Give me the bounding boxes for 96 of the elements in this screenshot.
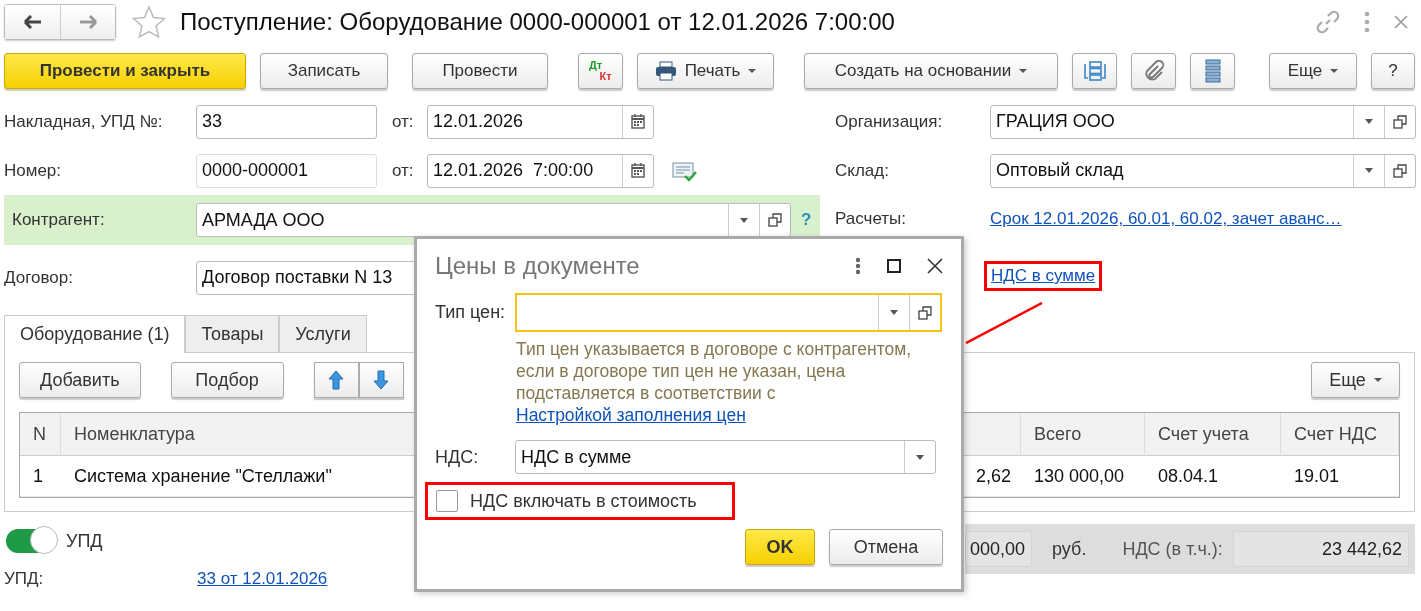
hint-text: Тип цен указывается в договоре с контрагентом, если в договоре тип цен не указан, цена подставляется в соответствии с <box>516 338 913 404</box>
maximize-icon[interactable] <box>887 259 901 273</box>
list-button[interactable] <box>1190 53 1235 89</box>
column-header[interactable]: Счет учета <box>1145 413 1281 456</box>
move-down-button[interactable] <box>358 362 404 398</box>
paperclip-icon <box>1142 60 1165 82</box>
calendar-icon[interactable] <box>631 163 645 178</box>
star-icon[interactable] <box>132 5 166 39</box>
post-and-close-button[interactable]: Провести и закрыть <box>4 53 246 89</box>
field-label: НДС: <box>435 446 480 468</box>
field-label: Контрагент: <box>11 210 106 230</box>
move-up-button[interactable] <box>313 362 359 398</box>
table-cell: 08.04.1 <box>1158 465 1219 487</box>
date-field[interactable]: 12.01.2026 <box>427 104 654 139</box>
column-header[interactable]: Всего <box>1021 413 1145 456</box>
vat-field[interactable]: НДС в сумме <box>515 440 936 474</box>
table-cell: 2,62 <box>975 465 1011 487</box>
price-type-field[interactable] <box>515 293 942 332</box>
dialog-title: Цены в документе <box>435 252 641 280</box>
calendar-icon[interactable] <box>631 114 645 129</box>
attach-button[interactable] <box>1131 53 1176 89</box>
dropdown-icon[interactable] <box>916 454 924 460</box>
toggle-label: УПД <box>66 530 103 552</box>
field-label: Накладная, УПД №: <box>3 111 164 132</box>
table-cell: 1 <box>33 465 43 487</box>
checkbox[interactable] <box>436 490 458 512</box>
caret-icon <box>1019 69 1028 73</box>
open-icon[interactable] <box>918 305 932 320</box>
menu-button[interactable]: Создать на основании <box>804 53 1058 89</box>
toolbar-button[interactable]: Провести <box>412 53 548 89</box>
date-field[interactable]: 12.01.2026 7:00:00 <box>427 153 654 188</box>
add-button[interactable]: Добавить <box>19 362 141 398</box>
more-button[interactable]: Еще <box>1311 362 1400 398</box>
settlements-link[interactable]: Срок 12.01.2026, 60.01, 60.02, зачет аванс… <box>990 209 1342 229</box>
table-cell: 19.01 <box>1294 465 1340 487</box>
toolbar-button[interactable]: Записать <box>260 53 388 89</box>
currency-label: руб. <box>1052 538 1087 560</box>
field-label: УПД: <box>3 569 45 589</box>
printer-icon <box>654 61 677 81</box>
tab[interactable]: Услуги <box>279 315 367 352</box>
dropdown-icon[interactable] <box>890 310 898 315</box>
close-icon[interactable] <box>927 258 943 274</box>
structure-button[interactable] <box>1072 53 1117 89</box>
warehouse-field[interactable]: Оптовый склад <box>990 153 1416 188</box>
print-button[interactable]: Печать <box>637 53 774 89</box>
dropdown-icon[interactable] <box>1365 168 1373 173</box>
vat-total-label: НДС (в т.ч.): <box>1122 538 1223 560</box>
toolbar-button[interactable]: ? <box>1371 53 1415 89</box>
invoice-number-field[interactable]: 33 <box>196 104 377 139</box>
document-check-icon[interactable] <box>672 159 698 182</box>
field-label: Склад: <box>835 160 890 181</box>
pick-button[interactable]: Подбор <box>170 362 284 398</box>
ok-button[interactable]: OK <box>745 529 815 565</box>
table-cell: Система хранение "Стеллажи" <box>74 465 332 487</box>
price-settings-link[interactable]: Настройкой заполнения цен <box>516 404 943 426</box>
field-label: от: <box>392 160 415 181</box>
tab[interactable]: Товары <box>185 315 280 352</box>
open-icon[interactable] <box>1393 163 1407 178</box>
counterparty-field[interactable]: АРМАДА ООО <box>196 203 791 237</box>
menu-button[interactable]: Еще <box>1269 53 1357 89</box>
field-label: от: <box>392 111 415 132</box>
vat-link[interactable]: НДС в сумме <box>991 266 1096 286</box>
forward-arrow-icon <box>79 15 97 29</box>
organization-field[interactable]: ГРАЦИЯ ООО <box>990 104 1416 139</box>
caret-icon <box>1330 69 1339 73</box>
window-title: Поступление: Оборудование 0000-000001 от 12.01.2026 7:00:00 <box>180 8 896 36</box>
more-icon[interactable] <box>855 257 861 275</box>
total-amount: 000,00 <box>965 531 1033 567</box>
open-icon[interactable] <box>768 213 782 227</box>
checkbox-label: НДС включать в стоимость <box>470 490 697 512</box>
back-arrow-icon <box>23 15 42 29</box>
field-label: Договор: <box>3 267 74 288</box>
structure-icon <box>1082 60 1107 82</box>
dropdown-icon[interactable] <box>740 217 748 223</box>
number-field[interactable]: 0000-000001 <box>196 153 377 188</box>
back-button[interactable] <box>5 5 60 39</box>
upd-link[interactable]: 33 от 12.01.2026 <box>197 569 328 589</box>
down-arrow-icon <box>373 370 390 390</box>
list-icon <box>1203 59 1222 83</box>
field-label: Расчеты: <box>835 209 907 229</box>
vat-total: 23 442,62 <box>1232 531 1409 567</box>
field-label: Тип цен: <box>435 302 507 323</box>
field-label: Номер: <box>3 160 63 181</box>
cancel-button[interactable]: Отмена <box>829 529 943 565</box>
open-icon[interactable] <box>1393 114 1407 129</box>
column-header[interactable]: N <box>20 413 61 456</box>
caret-icon <box>748 69 757 73</box>
up-arrow-icon <box>328 370 345 390</box>
dt-kt-button[interactable]: Дт Кт <box>578 53 623 89</box>
toggle-switch[interactable] <box>6 529 56 553</box>
tab[interactable]: Оборудование (1) <box>4 315 186 353</box>
table-cell: 130 000,00 <box>1034 465 1125 487</box>
column-header[interactable]: Счет НДС <box>1281 413 1399 456</box>
field-label: Организация: <box>835 111 944 132</box>
dropdown-icon[interactable] <box>1365 119 1373 124</box>
caret-icon <box>1373 378 1382 382</box>
